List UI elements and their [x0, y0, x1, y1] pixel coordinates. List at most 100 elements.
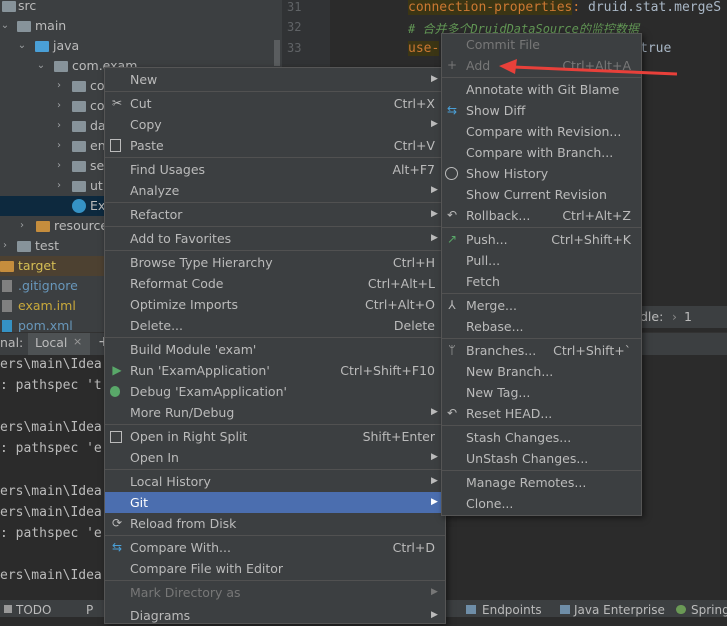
- menu-item-open-in[interactable]: Open In ▶: [105, 447, 445, 468]
- menu-item-commit-file[interactable]: Commit File: [442, 34, 641, 55]
- cut-icon: ✂: [111, 96, 123, 110]
- menu-item-reset-head[interactable]: ↶ Reset HEAD...: [442, 403, 641, 424]
- chevron-right-icon[interactable]: ›: [54, 136, 64, 156]
- spring-tab[interactable]: Spring: [691, 603, 727, 617]
- menu-item-diagrams[interactable]: Diagrams ▶: [105, 605, 445, 626]
- menu-item-fetch[interactable]: Fetch: [442, 271, 641, 292]
- endpoints-tab[interactable]: Endpoints: [482, 603, 542, 617]
- menu-item-open-in-right-split[interactable]: Open in Right Split Shift+Enter: [105, 426, 445, 447]
- menu-item-stash-changes[interactable]: Stash Changes...: [442, 427, 641, 448]
- menu-item-manage-remotes[interactable]: Manage Remotes...: [442, 472, 641, 493]
- menu-item-delete[interactable]: Delete... Delete: [105, 315, 445, 336]
- submenu-arrow-icon: ▶: [431, 185, 438, 195]
- menu-item-find-usages[interactable]: Find Usages Alt+F7: [105, 159, 445, 180]
- submenu-arrow-icon: ▶: [431, 452, 438, 462]
- package-icon: [54, 61, 68, 72]
- menu-item-copy[interactable]: Copy ▶: [105, 114, 445, 135]
- terminal-line: : pathspec 'e: [0, 441, 102, 456]
- menu-item-browse-type-hierarchy[interactable]: Browse Type Hierarchy Ctrl+H: [105, 252, 445, 273]
- line-number: 33: [287, 41, 302, 55]
- menu-item-annotate[interactable]: Annotate with Git Blame: [442, 79, 641, 100]
- menu-item-show-history[interactable]: Show History: [442, 163, 641, 184]
- menu-item-merge[interactable]: ⅄ Merge...: [442, 295, 641, 316]
- menu-item-paste[interactable]: Paste Ctrl+V: [105, 135, 445, 156]
- chevron-right-icon[interactable]: ›: [54, 116, 64, 136]
- menu-item-pull[interactable]: Pull...: [442, 250, 641, 271]
- menu-item-reload-from-disk[interactable]: ⟳ Reload from Disk: [105, 513, 445, 534]
- split-icon: [110, 431, 122, 443]
- menu-item-optimize-imports[interactable]: Optimize Imports Ctrl+Alt+O: [105, 294, 445, 315]
- menu-item-rebase[interactable]: Rebase...: [442, 316, 641, 337]
- folder-icon: [36, 221, 50, 232]
- todo-tab[interactable]: TODO: [16, 603, 51, 617]
- submenu-arrow-icon: ▶: [431, 476, 438, 486]
- tree-item-java[interactable]: ⌄ java: [0, 36, 282, 56]
- submenu-arrow-icon: ▶: [431, 209, 438, 219]
- menu-item-analyze[interactable]: Analyze ▶: [105, 180, 445, 201]
- chevron-right-icon[interactable]: ›: [54, 156, 64, 176]
- tree-item-main[interactable]: ⌄ main: [0, 16, 282, 36]
- menu-item-unstash-changes[interactable]: UnStash Changes...: [442, 448, 641, 469]
- package-icon: [72, 101, 86, 112]
- merge-icon: ⅄: [448, 298, 456, 312]
- menu-item-local-history[interactable]: Local History ▶: [105, 471, 445, 492]
- menu-item-show-diff[interactable]: ⇆ Show Diff: [442, 100, 641, 121]
- menu-item-run[interactable]: ▶ Run 'ExamApplication' Ctrl+Shift+F10: [105, 360, 445, 381]
- chevron-down-icon[interactable]: ⌄: [0, 16, 10, 36]
- menu-item-compare-with[interactable]: ⇆ Compare With... Ctrl+D: [105, 537, 445, 558]
- menu-item-refactor[interactable]: Refactor ▶: [105, 204, 445, 225]
- menu-item-debug[interactable]: Debug 'ExamApplication': [105, 381, 445, 402]
- menu-item-git[interactable]: Git ▶: [105, 492, 445, 513]
- chevron-down-icon[interactable]: ⌄: [17, 36, 27, 56]
- chevron-down-icon[interactable]: ⌄: [36, 56, 46, 76]
- menu-item-rollback[interactable]: ↶ Rollback... Ctrl+Alt+Z: [442, 205, 641, 226]
- chevron-right-icon[interactable]: ›: [0, 236, 10, 256]
- paste-icon: [110, 139, 121, 152]
- folder-icon: [17, 21, 31, 32]
- menu-item-new-branch[interactable]: New Branch...: [442, 361, 641, 382]
- rollback-icon: ↶: [446, 208, 458, 222]
- tree-item-src[interactable]: src: [0, 0, 282, 16]
- chevron-right-icon[interactable]: ›: [17, 216, 27, 236]
- package-icon: [72, 81, 86, 92]
- menu-item-more-run-debug[interactable]: More Run/Debug ▶: [105, 402, 445, 423]
- menu-item-new-tag[interactable]: New Tag...: [442, 382, 641, 403]
- menu-item-add-to-favorites[interactable]: Add to Favorites ▶: [105, 228, 445, 249]
- menu-item-compare-with-branch[interactable]: Compare with Branch...: [442, 142, 641, 163]
- package-icon: [72, 121, 86, 132]
- code-line-33: use-: [408, 41, 440, 56]
- file-icon: [2, 300, 12, 312]
- plus-icon: +: [446, 58, 458, 72]
- run-icon: ▶: [112, 363, 122, 377]
- chevron-right-icon[interactable]: ›: [54, 176, 64, 196]
- code-value: true: [640, 41, 672, 56]
- tree-scrollbar[interactable]: [274, 40, 280, 66]
- folder-icon: [2, 1, 16, 12]
- tab-local[interactable]: Local ×: [28, 333, 90, 355]
- menu-item-show-current-revision[interactable]: Show Current Revision: [442, 184, 641, 205]
- context-menu: New ▶ ✂ Cut Ctrl+X Copy ▶ Paste Ctrl+V Find U…: [104, 67, 446, 624]
- menu-item-compare-with-revision[interactable]: Compare with Revision...: [442, 121, 641, 142]
- terminal-line: ers\main\Idea: [0, 568, 102, 583]
- menu-item-cut[interactable]: ✂ Cut Ctrl+X: [105, 93, 445, 114]
- menu-item-build-module[interactable]: Build Module 'exam': [105, 339, 445, 360]
- annotation-arrow-icon: [499, 59, 678, 76]
- submenu-arrow-icon: ▶: [431, 119, 438, 129]
- settings-snippet: dle: › 1: [640, 306, 727, 328]
- menu-item-push[interactable]: ↗ Push... Ctrl+Shift+K: [442, 229, 641, 250]
- menu-item-reformat-code[interactable]: Reformat Code Ctrl+Alt+L: [105, 273, 445, 294]
- menu-item-compare-file-with-editor[interactable]: Compare File with Editor: [105, 558, 445, 579]
- close-icon[interactable]: ×: [73, 335, 82, 348]
- package-icon: [72, 181, 86, 192]
- line-number: 32: [287, 20, 302, 34]
- chevron-right-icon[interactable]: ›: [54, 76, 64, 96]
- terminal-line: ers\main\Idea: [0, 357, 102, 372]
- menu-item-clone[interactable]: Clone...: [442, 493, 641, 514]
- problems-tab[interactable]: P: [86, 603, 93, 617]
- menu-item-new[interactable]: New ▶: [105, 69, 445, 90]
- chevron-right-icon[interactable]: ›: [54, 96, 64, 116]
- menu-item-mark-directory-as[interactable]: Mark Directory as ▶: [105, 582, 445, 603]
- line-number: 31: [287, 0, 302, 14]
- java-enterprise-tab[interactable]: Java Enterprise: [574, 603, 665, 617]
- menu-item-branches[interactable]: ᛘ Branches... Ctrl+Shift+`: [442, 340, 641, 361]
